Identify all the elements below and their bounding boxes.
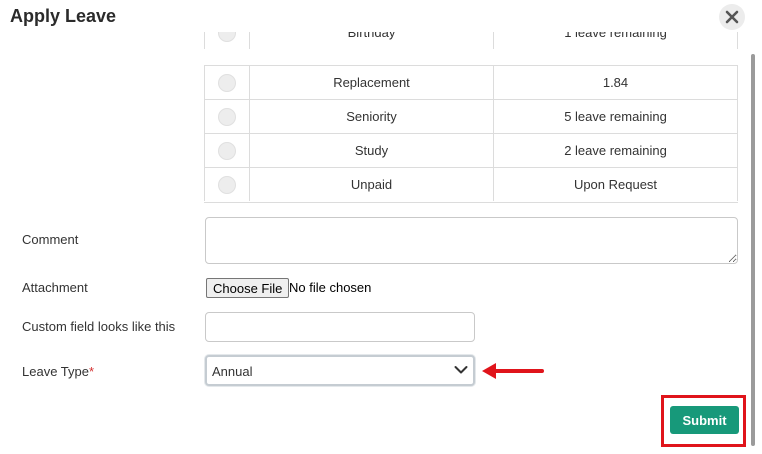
custom-field-label: Custom field looks like this [22, 319, 176, 334]
comment-field[interactable] [205, 217, 738, 264]
leave-radio[interactable] [218, 32, 236, 42]
leave-balance: 1 leave remaining [564, 32, 667, 40]
leave-balance: 5 leave remaining [564, 109, 667, 124]
leave-radio[interactable] [218, 175, 236, 194]
submit-button[interactable]: Submit [670, 406, 739, 434]
leave-balance-table: Birthday 1 leave remaining Replacement 1… [204, 32, 738, 203]
red-arrow-icon [482, 363, 544, 379]
close-button[interactable] [719, 4, 745, 30]
leave-type-select[interactable]: Annual [205, 355, 475, 386]
leave-name: Study [250, 134, 494, 167]
table-row[interactable]: Unpaid Upon Request [204, 167, 738, 201]
leave-type-label: Leave Type* [22, 364, 94, 379]
leave-balance: Upon Request [573, 177, 658, 192]
leave-name: Birthday [250, 32, 494, 49]
table-row[interactable]: Birthday 1 leave remaining [204, 32, 738, 49]
leave-name: Replacement [250, 66, 494, 99]
table-row[interactable]: Study 2 leave remaining [204, 133, 738, 167]
file-status-text: No file chosen [289, 280, 372, 295]
modal-title: Apply Leave [10, 6, 117, 26]
leave-name: Unpaid [250, 168, 494, 201]
close-icon [725, 10, 739, 24]
leave-balance: 1.84 [602, 75, 629, 90]
chevron-down-icon [454, 366, 468, 374]
table-row[interactable]: Seniority 5 leave remaining [204, 99, 738, 133]
leave-balance: 2 leave remaining [564, 143, 667, 158]
leave-type-value: Annual [212, 364, 253, 379]
leave-type-label-text: Leave Type [22, 364, 89, 379]
leave-radio[interactable] [218, 73, 236, 92]
required-marker: * [88, 364, 95, 379]
leave-radio[interactable] [218, 107, 236, 126]
table-row[interactable]: Replacement 1.84 [204, 65, 738, 99]
custom-field-input[interactable] [205, 312, 475, 342]
scrollbar-thumb[interactable] [751, 54, 755, 446]
scrollbar[interactable] [748, 40, 758, 454]
comment-label: Comment [22, 232, 79, 247]
choose-file-button[interactable]: Choose File [206, 278, 290, 298]
leave-name: Seniority [250, 100, 494, 133]
leave-radio[interactable] [218, 141, 236, 160]
attachment-label: Attachment [22, 280, 88, 295]
